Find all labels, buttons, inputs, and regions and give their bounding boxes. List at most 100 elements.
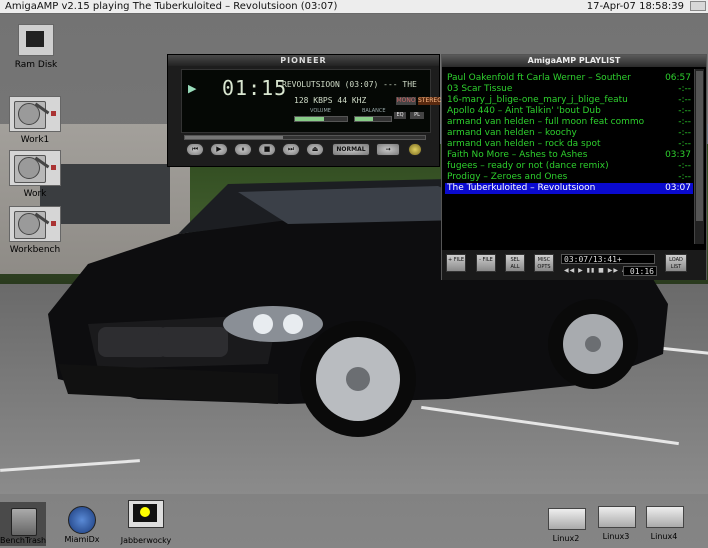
playlist-list[interactable]: Paul Oakenfold ft Carla Werner – Souther… bbox=[445, 73, 693, 243]
mini-transport[interactable]: ◀◀ ▶ ▮▮ ■ ▶▶ ⏏ bbox=[564, 267, 629, 274]
screen-depth-gadget[interactable] bbox=[690, 1, 706, 11]
playlist-row[interactable]: armand van helden – koochy -:-- bbox=[445, 128, 693, 139]
stereo-indicator: STEREO bbox=[418, 97, 442, 105]
playlist-elapsed: 01:16 bbox=[623, 266, 657, 276]
select-all-button[interactable]: SEL ALL bbox=[505, 254, 525, 272]
miamidx-icon[interactable]: MiamiDx bbox=[56, 504, 108, 546]
jabberwocky-icon[interactable]: Jabberwocky bbox=[118, 498, 174, 546]
track-name: Prodigy – Zeroes and Ones bbox=[447, 172, 568, 182]
globe-icon bbox=[68, 506, 96, 534]
linux4-label: Linux4 bbox=[650, 532, 678, 541]
track-name: Faith No More – Ashes to Ashes bbox=[447, 150, 588, 160]
pause-button[interactable]: ⏸ bbox=[234, 143, 252, 156]
stop-button[interactable]: ■ bbox=[258, 143, 276, 156]
playlist-row[interactable]: Apollo 440 – Aint Talkin' 'bout Dub -:-- bbox=[445, 106, 693, 117]
work-drive-icon[interactable]: Work bbox=[6, 150, 64, 202]
track-name: The Tuberkuloited – Revolutsioon bbox=[447, 183, 596, 193]
balance-label: BALANCE bbox=[362, 108, 386, 114]
work-label: Work bbox=[23, 189, 47, 199]
track-name: Apollo 440 – Aint Talkin' 'bout Dub bbox=[447, 106, 601, 116]
jabberwocky-label: Jabberwocky bbox=[120, 536, 172, 545]
track-duration: -:-- bbox=[678, 117, 691, 127]
kbps-value: 128 bbox=[294, 96, 309, 105]
linux3-drive-icon[interactable]: Linux3 bbox=[594, 504, 638, 544]
playlist-scrollbar[interactable] bbox=[694, 69, 704, 244]
playlist-row[interactable]: fugees – ready or not (dance remix) -:-- bbox=[445, 161, 693, 172]
seek-bar[interactable] bbox=[184, 135, 426, 140]
playlist-controls: + FILE - FILE SEL ALL MISC OPTS 03:07/13… bbox=[442, 250, 706, 280]
prev-button[interactable]: ⏮ bbox=[186, 143, 204, 156]
ram-disk-label: Ram Disk bbox=[14, 60, 58, 70]
bench-trash-label: BenchTrash bbox=[0, 536, 47, 545]
track-duration: -:-- bbox=[678, 84, 691, 94]
miamidx-label: MiamiDx bbox=[64, 535, 100, 544]
kbps-unit: KBPS bbox=[313, 96, 333, 105]
playlist-titlebar[interactable]: AmigaAMP PLAYLIST bbox=[442, 55, 706, 67]
track-duration: -:-- bbox=[678, 161, 691, 171]
trashcan-icon bbox=[11, 508, 37, 536]
workbench-label: Workbench bbox=[9, 245, 61, 255]
balance-fill bbox=[355, 117, 373, 121]
work1-label: Work1 bbox=[20, 135, 50, 145]
amigaamp-player-window[interactable]: PIONEER ▶ 01:15 REVOLUTSIOON (03:07) ---… bbox=[167, 54, 442, 167]
linux4-drive-icon[interactable]: Linux4 bbox=[642, 504, 686, 544]
next-button[interactable]: ⏭ bbox=[282, 143, 300, 156]
volume-label: VOLUME bbox=[310, 108, 331, 114]
playlist-row[interactable]: armand van helden – rock da spot -:-- bbox=[445, 139, 693, 150]
playlist-row[interactable]: 03 Scar Tissue -:-- bbox=[445, 84, 693, 95]
playlist-time-info: 03:07/13:41+ bbox=[561, 254, 655, 264]
screen-title-bar[interactable]: AmigaAMP v2.15 playing The Tuberkuloited… bbox=[0, 0, 708, 14]
eq-toggle[interactable]: EQ bbox=[394, 112, 406, 119]
player-titlebar[interactable]: PIONEER bbox=[168, 55, 439, 66]
ram-disk-icon[interactable]: Ram Disk bbox=[8, 20, 64, 76]
playlist-row[interactable]: 16-mary_j_blige-one_mary_j_blige_featu -:… bbox=[445, 95, 693, 106]
workbench-drive-icon[interactable]: Workbench bbox=[6, 206, 64, 258]
track-name: fugees – ready or not (dance remix) bbox=[447, 161, 609, 171]
song-title-scroller: REVOLUTSIOON (03:07) --- THE bbox=[282, 80, 417, 89]
playlist-window[interactable]: AmigaAMP PLAYLIST Paul Oakenfold ft Carl… bbox=[441, 54, 707, 280]
player-display: ▶ 01:15 REVOLUTSIOON (03:07) --- THE 128… bbox=[181, 69, 442, 133]
shuffle-arrow-button[interactable]: → bbox=[376, 143, 400, 156]
volume-slider[interactable] bbox=[294, 116, 348, 122]
drive-icon bbox=[646, 506, 684, 528]
seek-fill bbox=[185, 136, 284, 139]
desktop[interactable]: Ram Disk Work1 Work Workbench PIONEER ▶ … bbox=[0, 14, 708, 548]
bench-trash-icon[interactable]: BenchTrash bbox=[0, 502, 46, 546]
clock: 17-Apr-07 18:58:39 bbox=[586, 1, 684, 12]
play-button[interactable]: ▶ bbox=[210, 143, 228, 156]
track-duration: -:-- bbox=[678, 172, 691, 182]
add-file-button[interactable]: + FILE bbox=[446, 254, 466, 272]
monitor-icon bbox=[128, 500, 164, 528]
mono-indicator: MONO bbox=[396, 97, 416, 105]
track-name: 16-mary_j_blige-one_mary_j_blige_featu bbox=[447, 95, 628, 105]
playlist-row[interactable]: Paul Oakenfold ft Carla Werner – Souther… bbox=[445, 73, 693, 84]
track-name: armand van helden – koochy bbox=[447, 128, 577, 138]
khz-unit: KHZ bbox=[351, 96, 367, 105]
work1-drive-icon[interactable]: Work1 bbox=[6, 96, 64, 148]
playlist-row[interactable]: Prodigy – Zeroes and Ones -:-- bbox=[445, 172, 693, 183]
play-mode-button[interactable]: NORMAL bbox=[332, 143, 370, 156]
misc-options-button[interactable]: MISC OPTS bbox=[534, 254, 554, 272]
screen-title: AmigaAMP v2.15 playing The Tuberkuloited… bbox=[5, 1, 338, 12]
balance-slider[interactable] bbox=[354, 116, 392, 122]
track-duration: -:-- bbox=[678, 95, 691, 105]
remove-file-button[interactable]: - FILE bbox=[476, 254, 496, 272]
scrollbar-thumb[interactable] bbox=[696, 71, 703, 221]
playlist-row[interactable]: Faith No More – Ashes to Ashes 03:37 bbox=[445, 150, 693, 161]
track-name: 03 Scar Tissue bbox=[447, 84, 513, 94]
about-icon[interactable] bbox=[408, 143, 422, 156]
playlist-row[interactable]: armand van helden – full moon feat commo… bbox=[445, 117, 693, 128]
volume-fill bbox=[295, 117, 324, 121]
drive-icon bbox=[598, 506, 636, 528]
playlist-toggle[interactable]: PL bbox=[410, 112, 424, 119]
linux2-drive-icon[interactable]: Linux2 bbox=[544, 506, 588, 546]
bitrate-readout: 128 KBPS 44 KHZ bbox=[294, 96, 366, 105]
track-duration: -:-- bbox=[678, 106, 691, 116]
eject-button[interactable]: ⏏ bbox=[306, 143, 324, 156]
playlist-row[interactable]: The Tuberkuloited – Revolutsioon 03:07 bbox=[445, 183, 693, 194]
track-duration: 03:37 bbox=[665, 150, 691, 160]
drive-icon bbox=[548, 508, 586, 530]
khz-value: 44 bbox=[337, 96, 348, 105]
track-duration: -:-- bbox=[678, 128, 691, 138]
load-list-button[interactable]: LOAD LIST bbox=[665, 254, 687, 272]
